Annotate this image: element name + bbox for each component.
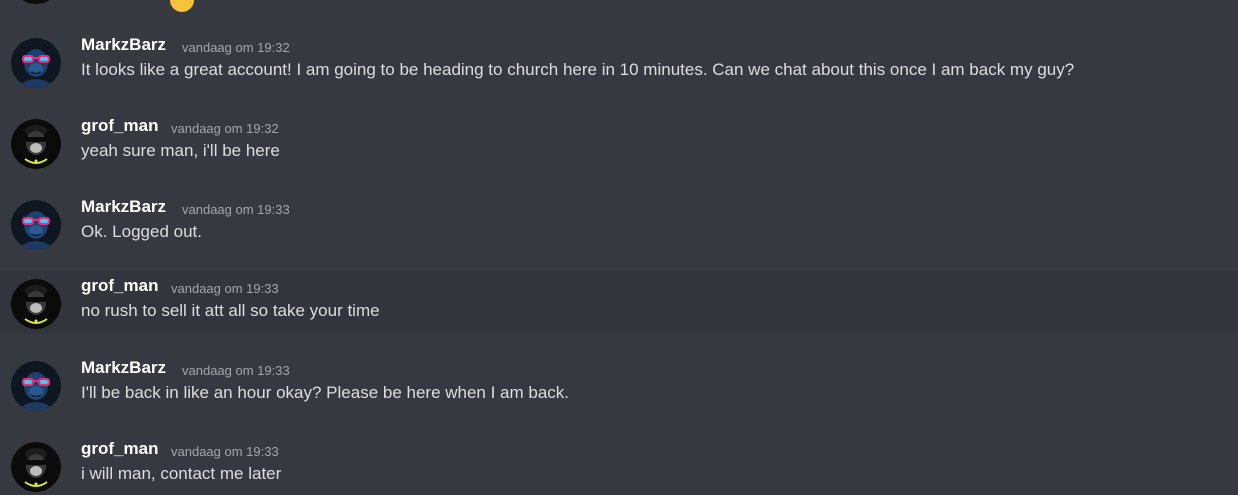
avatar-markzbarz[interactable] — [11, 38, 61, 88]
message-content: no rush to sell it att all so take your … — [81, 301, 380, 320]
username[interactable]: grof_man — [81, 276, 158, 296]
monkey-sunglasses-icon — [11, 38, 61, 88]
avatar[interactable] — [11, 0, 61, 4]
monkey-chain-icon — [11, 119, 61, 169]
monkey-sunglasses-icon — [11, 200, 61, 250]
chat-messages: MarkzBarz vandaag om 19:32 It looks like… — [0, 0, 1238, 495]
message-item: MarkzBarz vandaag om 19:33 Ok. Logged ou… — [0, 192, 1238, 254]
message-item: grof_man vandaag om 19:33 no rush to sel… — [0, 271, 1238, 333]
username[interactable]: MarkzBarz — [81, 35, 166, 55]
message-content: yeah sure man, i'll be here — [81, 141, 280, 160]
message-content: I'll be back in like an hour okay? Pleas… — [81, 383, 570, 402]
message-item: grof_man vandaag om 19:33 i will man, co… — [0, 434, 1238, 495]
username[interactable]: grof_man — [81, 116, 158, 136]
message-content: Ok. Logged out. — [81, 222, 202, 241]
timestamp: vandaag om 19:33 — [182, 202, 290, 217]
message-item: MarkzBarz vandaag om 19:33 I'll be back … — [0, 353, 1238, 415]
message-content: It looks like a great account! I am goin… — [81, 60, 1075, 79]
username[interactable]: grof_man — [81, 439, 158, 459]
timestamp: vandaag om 19:32 — [171, 121, 279, 136]
message-item: MarkzBarz vandaag om 19:32 It looks like… — [0, 30, 1238, 92]
monkey-chain-icon — [11, 279, 61, 329]
avatar-grof-man[interactable] — [11, 279, 61, 329]
message-content: i will man, contact me later — [81, 464, 282, 483]
timestamp: vandaag om 19:33 — [171, 444, 279, 459]
message-item: grof_man vandaag om 19:32 yeah sure man,… — [0, 111, 1238, 173]
avatar-grof-man[interactable] — [11, 119, 61, 169]
timestamp: vandaag om 19:33 — [182, 363, 290, 378]
avatar-markzbarz[interactable] — [11, 200, 61, 250]
username[interactable]: MarkzBarz — [81, 358, 166, 378]
smile-emoji-icon — [170, 0, 194, 12]
avatar-markzbarz[interactable] — [11, 361, 61, 411]
partial-message — [0, 0, 1238, 12]
monkey-chain-icon — [11, 442, 61, 492]
timestamp: vandaag om 19:33 — [171, 281, 279, 296]
timestamp: vandaag om 19:32 — [182, 40, 290, 55]
avatar-grof-man[interactable] — [11, 442, 61, 492]
username[interactable]: MarkzBarz — [81, 197, 166, 217]
monkey-sunglasses-icon — [11, 361, 61, 411]
